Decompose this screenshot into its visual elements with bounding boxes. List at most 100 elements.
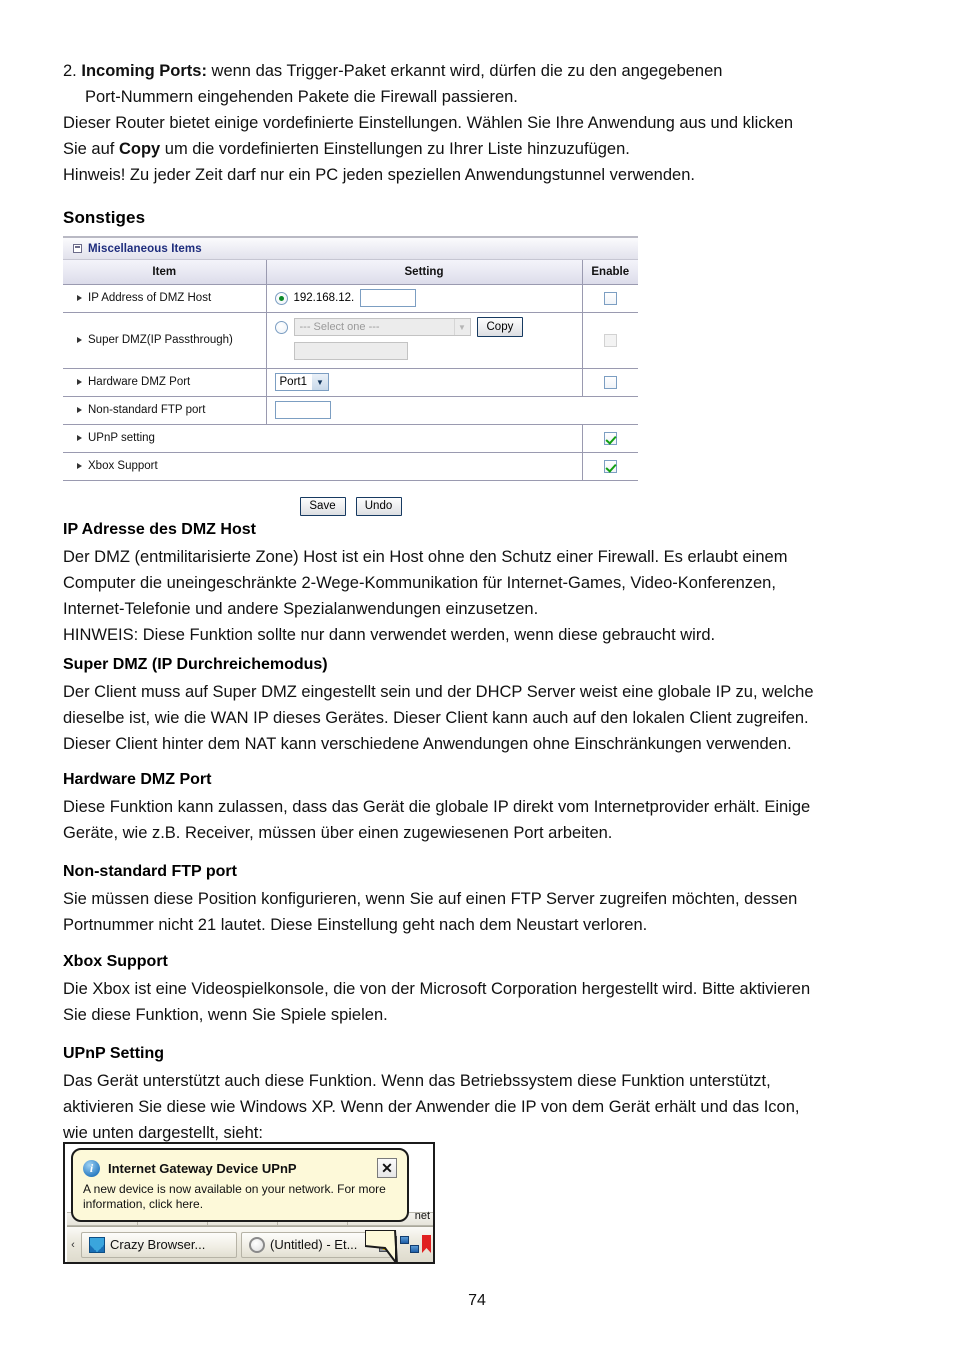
chevron-down-icon: ▼ [453, 319, 470, 335]
table-row-ftp-port: Non-standard FTP port [63, 396, 638, 425]
settings-table: Item Setting Enable IP Address of DMZ Ho… [63, 260, 638, 481]
desktop-capture: net i Internet Gateway Device UPnP ✕ A n… [63, 1142, 435, 1264]
table-header-row: Item Setting Enable [63, 260, 638, 285]
bullet-triangle-icon [77, 463, 82, 469]
intro-list-number: 2. [63, 62, 77, 80]
section-body: Das Gerät unterstützt auch diese Funktio… [63, 1068, 895, 1146]
intro-line-2: Port-Nummern eingehenden Pakete die Fire… [85, 88, 518, 106]
taskbar-button-label: Crazy Browser... [110, 1237, 206, 1252]
taskbar-overflow-arrow-icon[interactable]: ‹ [69, 1239, 77, 1251]
tray-red-icon[interactable] [422, 1235, 431, 1253]
browser-icon [249, 1236, 265, 1253]
intro-term-incoming-ports: Incoming Ports: [81, 62, 207, 80]
bullet-triangle-icon [77, 435, 82, 441]
enable-checkbox-upnp[interactable] [603, 431, 617, 445]
enable-checkbox-xbox[interactable] [603, 459, 617, 473]
body-line: Die Xbox ist eine Videospielkonsole, die… [63, 980, 811, 998]
panel-header: Miscellaneous Items [63, 238, 638, 260]
intro-line-1-rest: wenn das Trigger-Paket erkannt wird, dür… [206, 62, 723, 80]
close-icon[interactable]: ✕ [377, 1158, 397, 1178]
super-dmz-text-input[interactable] [293, 342, 408, 360]
section-xbox-support: Xbox Support Die Xbox ist eine Videospie… [63, 950, 895, 1028]
item-label-text: Non-standard FTP port [88, 404, 206, 416]
body-line: Der Client muss auf Super DMZ eingestell… [63, 683, 814, 701]
section-hardware-dmz-port: Hardware DMZ Port Diese Funktion kann zu… [63, 768, 895, 846]
row-enable-cell-dmz-host [582, 284, 638, 313]
miscellaneous-items-panel: Miscellaneous Items Item Setting Enable [63, 236, 638, 516]
taskbar-button-crazy-browser[interactable]: Crazy Browser... [81, 1231, 237, 1258]
row-label-cell-super-dmz: Super DMZ(IP Passthrough) [63, 312, 267, 369]
chevron-down-icon: ▼ [312, 374, 328, 390]
balloon-title: Internet Gateway Device UPnP [108, 1160, 297, 1176]
crazy-browser-icon [89, 1236, 105, 1253]
save-button[interactable]: Save [299, 496, 346, 516]
balloon-body-line: information, click here. [83, 1197, 204, 1211]
bullet-triangle-icon [77, 407, 82, 413]
row-enable-cell-hardware-dmz-port [582, 368, 638, 397]
row-setting-cell-ftp-port [266, 396, 582, 425]
item-label-text: Super DMZ(IP Passthrough) [88, 334, 233, 346]
table-row-upnp: UPnP setting [63, 424, 638, 453]
body-line: Diese Funktion kann zulassen, dass das G… [63, 798, 811, 816]
desktop-partial-text: net [414, 1210, 430, 1222]
intro-line-1: 2. Incoming Ports: wenn das Trigger-Pake… [63, 58, 893, 84]
table-row-dmz-host: IP Address of DMZ Host 192.168.12. [63, 284, 638, 313]
section-super-dmz: Super DMZ (IP Durchreichemodus) Der Clie… [63, 653, 895, 757]
page-title: Sonstiges [63, 208, 146, 227]
bullet-triangle-icon [77, 337, 82, 343]
row-setting-cell-super-dmz: --- Select one --- ▼ Copy [266, 312, 583, 369]
page-number: 74 [468, 1292, 486, 1309]
bullet-triangle-icon [77, 295, 82, 301]
item-label-hardware-dmz-port: Hardware DMZ Port [71, 376, 266, 388]
row-enable-cell-ftp-port [582, 396, 638, 425]
body-line: Sie diese Funktion, wenn Sie Spiele spie… [63, 1006, 388, 1024]
enable-checkbox-dmz-host[interactable] [603, 291, 617, 305]
row-label-cell-dmz-host: IP Address of DMZ Host [63, 284, 267, 313]
section-upnp-setting: UPnP Setting Das Gerät unterstützt auch … [63, 1042, 895, 1146]
enable-checkbox-hardware-dmz-port[interactable] [603, 375, 617, 389]
body-line: aktivieren Sie diese wie Windows XP. Wen… [63, 1098, 800, 1116]
item-label-text: Hardware DMZ Port [88, 376, 191, 388]
balloon-body-line: A new device is now available on your ne… [83, 1182, 386, 1196]
item-label-text: Xbox Support [88, 460, 158, 472]
dmz-host-ip-input[interactable] [360, 289, 417, 307]
column-header-setting: Setting [266, 260, 583, 285]
balloon-body: A new device is now available on your ne… [83, 1182, 397, 1212]
intro-line-4-a: Sie auf [63, 140, 119, 158]
table-row-xbox: Xbox Support [63, 452, 638, 481]
row-setting-cell-upnp [266, 424, 583, 453]
row-enable-cell-xbox [582, 452, 638, 481]
intro-term-copy: Copy [118, 140, 161, 158]
hardware-dmz-port-select[interactable]: Port1 ▼ [274, 373, 329, 391]
intro-paragraph: 2. Incoming Ports: wenn das Trigger-Pake… [63, 58, 893, 188]
ftp-port-input[interactable] [274, 401, 331, 419]
radio-super-dmz[interactable] [274, 320, 288, 334]
section-body: Sie müssen diese Position konfigurieren,… [63, 886, 895, 938]
section-heading: Super DMZ (IP Durchreichemodus) [63, 656, 328, 673]
intro-line-3: Dieser Router bietet einige vordefiniert… [63, 114, 794, 132]
enable-checkbox-super-dmz[interactable] [603, 333, 617, 347]
form-action-bar: Save Undo [63, 481, 638, 516]
intro-line-4-b: um die vordefinierten Einstellungen zu I… [160, 140, 630, 158]
upnp-balloon-tooltip: i Internet Gateway Device UPnP ✕ A new d… [71, 1148, 409, 1222]
balloon-tail [365, 1230, 398, 1262]
window-icon [73, 244, 82, 253]
section-ip-adresse-dmz-host: IP Adresse des DMZ Host Der DMZ (entmili… [63, 518, 895, 648]
radio-dmz-host[interactable] [274, 291, 288, 305]
super-dmz-select[interactable]: --- Select one --- ▼ [293, 318, 471, 336]
copy-button[interactable]: Copy [476, 317, 524, 337]
body-line: Das Gerät unterstützt auch diese Funktio… [63, 1072, 771, 1090]
body-line: Geräte, wie z.B. Receiver, müssen über e… [63, 824, 613, 842]
row-label-cell-hardware-dmz-port: Hardware DMZ Port [63, 368, 267, 397]
info-icon: i [83, 1159, 100, 1177]
item-label-text: IP Address of DMZ Host [88, 292, 212, 304]
section-body: Diese Funktion kann zulassen, dass das G… [63, 794, 895, 846]
row-enable-cell-upnp [582, 424, 638, 453]
panel-title-label: Miscellaneous Items [88, 242, 202, 255]
undo-button[interactable]: Undo [355, 496, 402, 516]
item-label-dmz-host: IP Address of DMZ Host [71, 292, 266, 304]
body-line: Portnummer nicht 21 lautet. Diese Einste… [63, 916, 648, 934]
intro-line-4: Sie auf Copy um die vordefinierten Einst… [63, 136, 893, 162]
column-header-enable: Enable [582, 260, 638, 285]
super-dmz-select-value: --- Select one --- [299, 321, 380, 333]
